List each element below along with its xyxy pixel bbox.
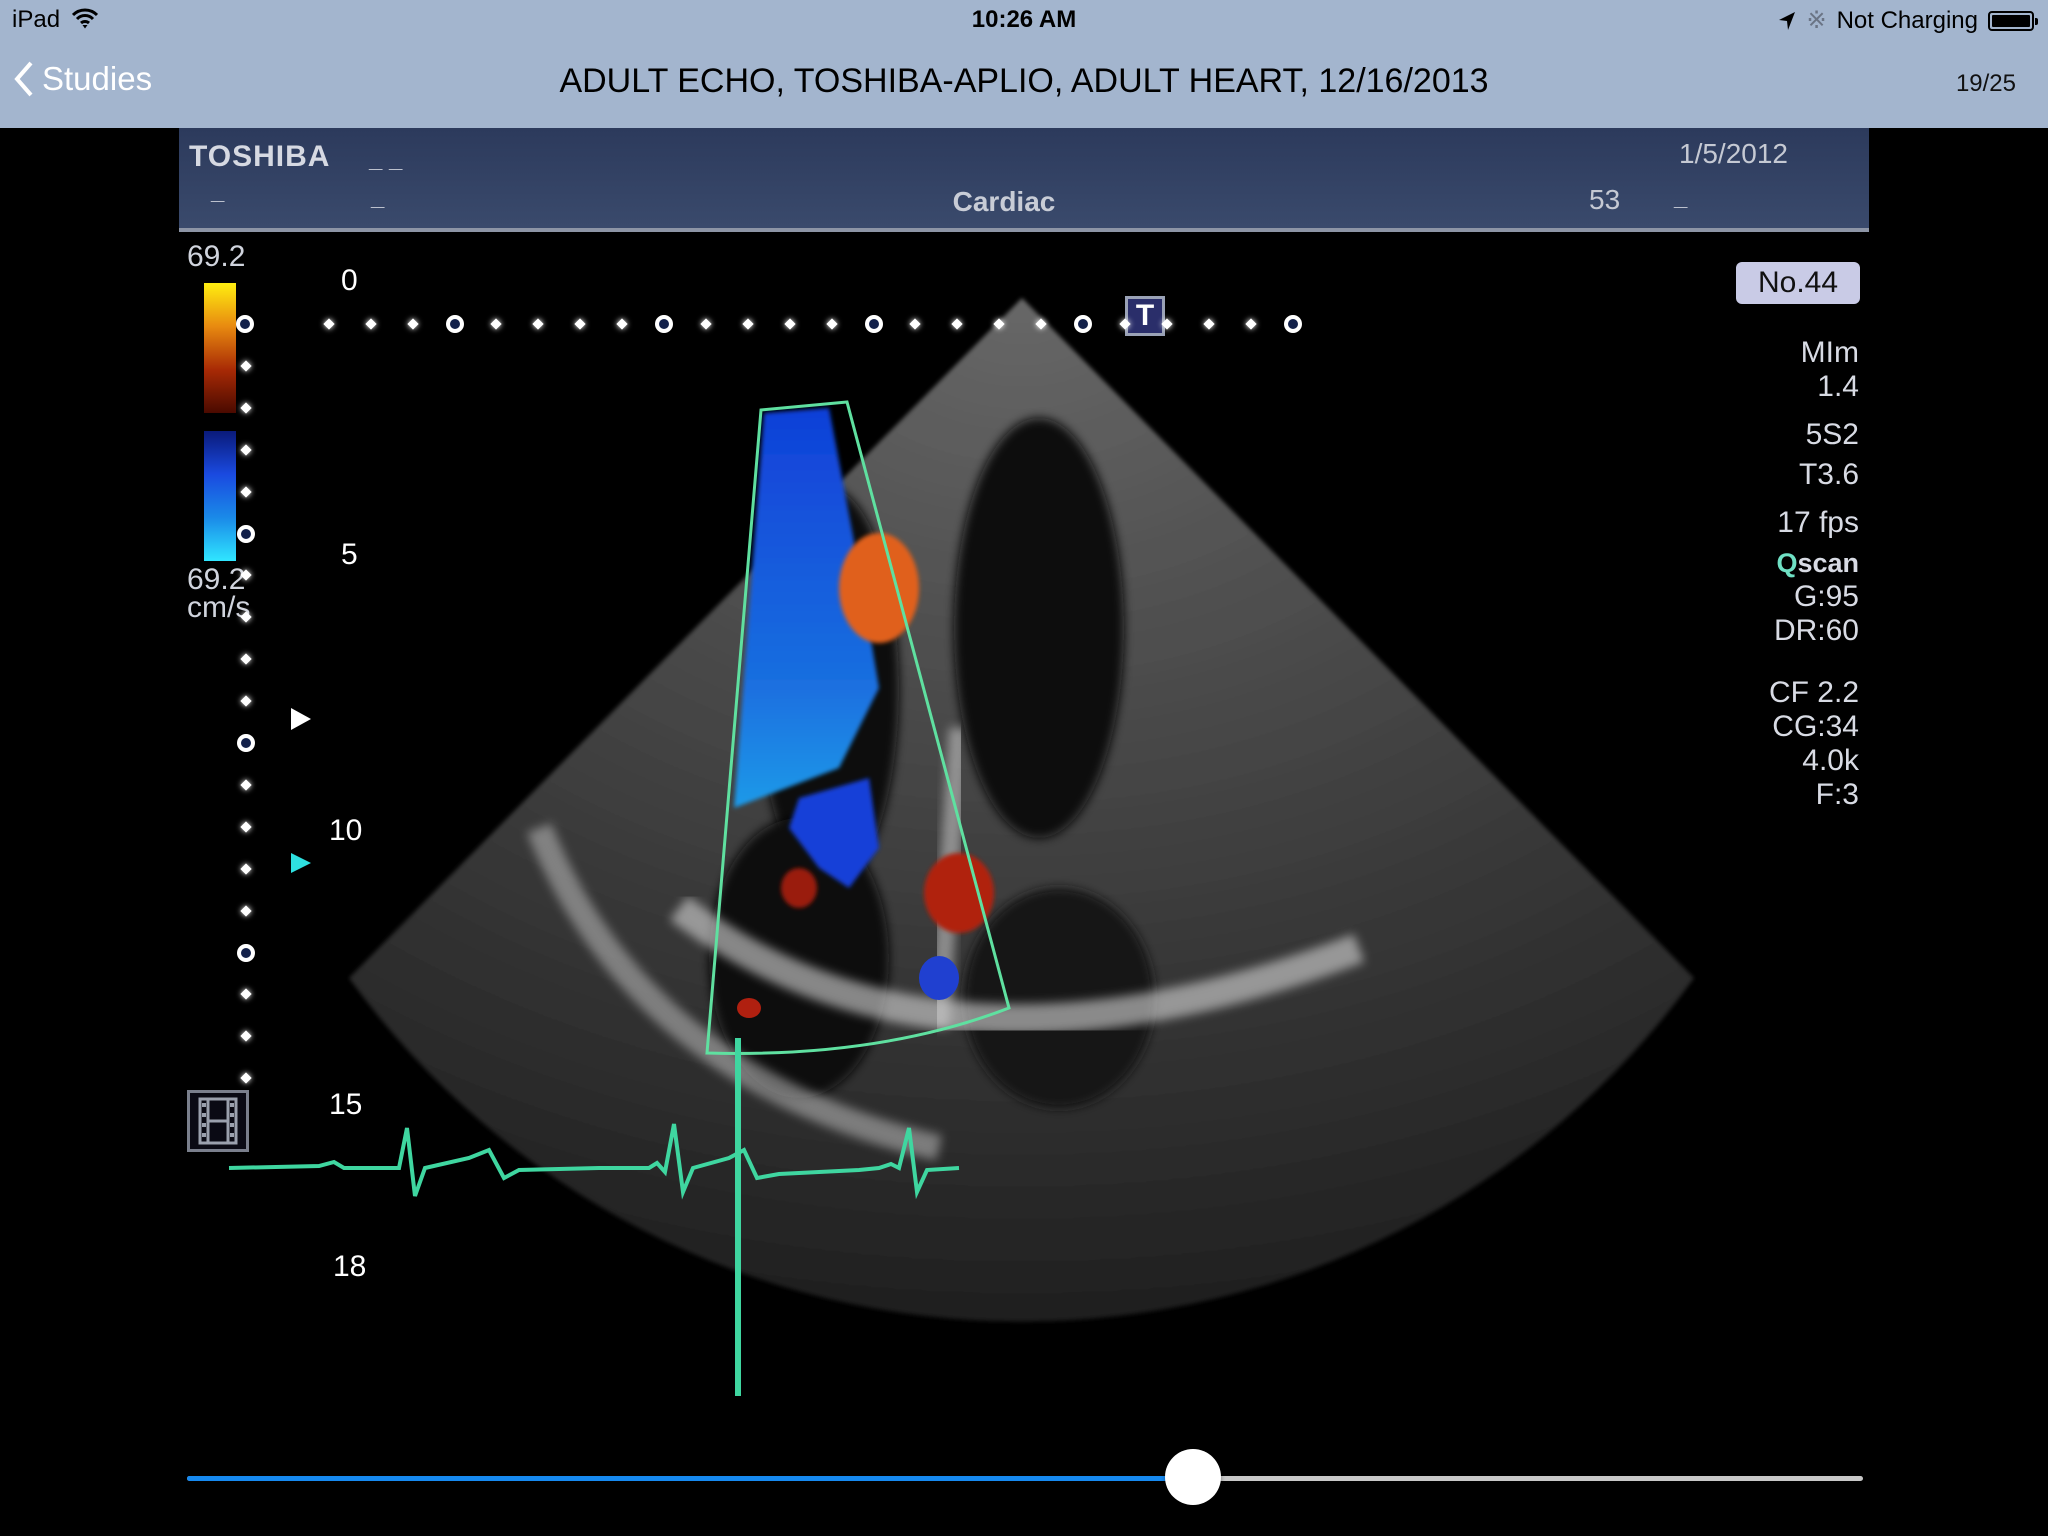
image-counter: 19/25 — [1955, 70, 2016, 97]
depth-major-tick — [237, 524, 255, 543]
frame-number-badge: No.44 — [1736, 262, 1860, 304]
param-dynamic-range: DR:60 — [1773, 614, 1859, 647]
scale-major-tick — [236, 315, 254, 333]
depth-major-tick — [237, 734, 255, 752]
param-thermal-index: T3.6 — [1798, 458, 1859, 491]
playback-slider[interactable] — [187, 1449, 1863, 1505]
velocity-scale-max: 69.2 — [187, 240, 246, 273]
param-mi-value: 1.4 — [1817, 370, 1859, 403]
bluetooth-icon: ※ — [1806, 7, 1827, 34]
transducer-orientation-marker: T — [1125, 296, 1165, 336]
depth-label-0: 0 — [341, 264, 358, 297]
scale-major-tick — [1283, 315, 1302, 333]
scale-major-tick — [655, 315, 673, 333]
scale-major-tick — [445, 315, 464, 333]
status-bar: iPad 10:26 AM ※ Not Charging — [0, 0, 2048, 40]
left-ventricle — [954, 418, 1124, 838]
velocity-color-bar-positive — [204, 283, 236, 413]
param-filter: F:3 — [1815, 778, 1859, 811]
param-frame-rate: 17 fps — [1777, 506, 1859, 539]
param-mi-label: MIm — [1800, 336, 1859, 369]
navigation-bar: Studies ADULT ECHO, TOSHIBA-APLIO, ADULT… — [0, 40, 2048, 128]
battery-icon — [1988, 10, 2038, 31]
ultrasound-image — [228, 298, 1694, 1396]
exam-mode: Cardiac — [952, 186, 1056, 217]
exam-date: 1/5/2012 — [1679, 138, 1788, 169]
echo-image-viewer[interactable]: TOSHIBA _ _ _ _ _ Cardiac 1/5/2012 53 69… — [179, 128, 1869, 1398]
depth-major-tick — [237, 943, 255, 962]
param-gain: G:95 — [1793, 580, 1859, 613]
color-focus-marker-icon — [291, 853, 311, 873]
acquisition-parameters: MIm 1.4 5S2 T3.6 17 fps Qscan G:95 DR:60… — [1769, 336, 1859, 812]
header-number: 53 — [1589, 184, 1621, 215]
param-color-gain: CG:34 — [1772, 710, 1859, 743]
slider-progress — [187, 1476, 1193, 1481]
depth-label-10: 10 — [329, 814, 363, 847]
param-color-frequency: CF 2.2 — [1768, 676, 1859, 709]
scanner-brand: TOSHIBA — [189, 140, 331, 173]
velocity-color-bar — [204, 283, 236, 693]
ios-top-bar: iPad 10:26 AM ※ Not Charging Studies ADU… — [0, 0, 2048, 128]
depth-label-5: 5 — [341, 538, 358, 571]
scale-major-tick — [864, 315, 883, 333]
header-placeholder: _ _ — [369, 146, 403, 173]
param-prf: 4.0k — [1802, 744, 1859, 777]
status-right: ※ Not Charging — [1778, 6, 2038, 35]
depth-label-18: 18 — [333, 1250, 367, 1283]
battery-status-text: Not Charging — [1836, 6, 1978, 34]
doppler-red-flow-2 — [924, 853, 994, 933]
scanner-header: TOSHIBA _ _ _ _ _ Cardiac 1/5/2012 53 — [179, 128, 1869, 232]
cine-loop-icon[interactable] — [187, 1090, 249, 1152]
slider-thumb[interactable] — [1164, 1449, 1221, 1505]
scale-major-tick — [1074, 315, 1092, 333]
status-time: 10:26 AM — [971, 6, 1077, 33]
velocity-scale-min-value: 69.2 — [187, 563, 246, 596]
page-title: ADULT ECHO, TOSHIBA-APLIO, ADULT HEART, … — [559, 62, 1489, 100]
focus-marker-icon — [291, 708, 311, 730]
velocity-color-bar-negative — [204, 431, 236, 561]
param-probe: 5S2 — [1805, 418, 1859, 451]
depth-label-15: 15 — [329, 1088, 363, 1121]
param-qscan: Qscan — [1776, 548, 1859, 578]
location-arrow-icon — [1779, 11, 1796, 30]
film-strip-icon — [198, 1097, 238, 1145]
